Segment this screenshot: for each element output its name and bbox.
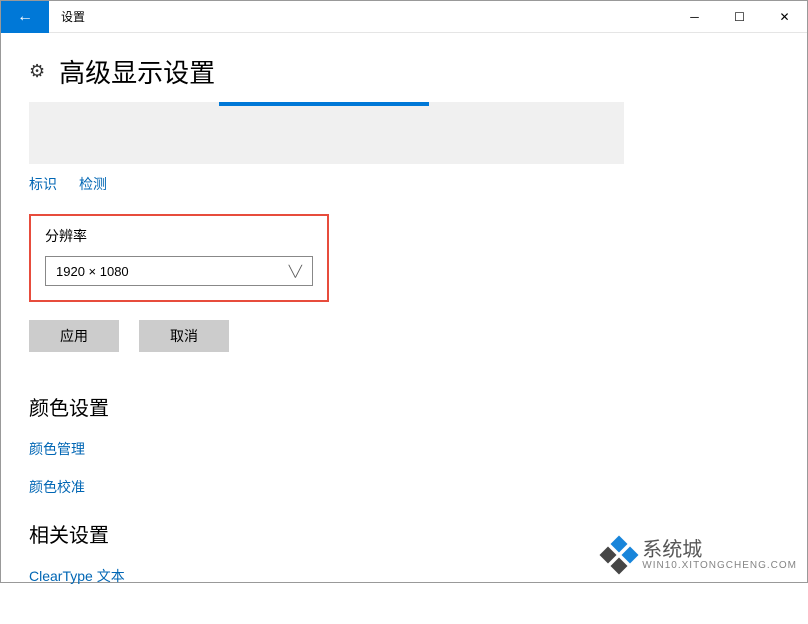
resolution-dropdown[interactable]: 1920 × 1080 ╲╱	[45, 256, 313, 286]
chevron-down-icon: ╲╱	[289, 265, 302, 278]
detect-link[interactable]: 检测	[79, 174, 107, 194]
cancel-button[interactable]: 取消	[139, 320, 229, 352]
resolution-value: 1920 × 1080	[56, 264, 129, 279]
minimize-button[interactable]: ─	[672, 1, 717, 33]
color-calibration-link[interactable]: 颜色校准	[29, 477, 779, 497]
arrow-left-icon: ←	[17, 8, 33, 26]
monitor-indicator	[219, 102, 429, 106]
page-title: 高级显示设置	[59, 53, 215, 90]
watermark-url: WIN10.XITONGCHENG.COM	[642, 560, 797, 571]
window-title: 设置	[61, 8, 85, 25]
monitor-preview	[29, 102, 624, 164]
identify-link[interactable]: 标识	[29, 174, 57, 194]
resolution-highlight: 分辨率 1920 × 1080 ╲╱	[29, 214, 329, 302]
content-area: ⚙ 高级显示设置 标识 检测 分辨率 1920 × 1080 ╲╱ 应用 取消 …	[1, 33, 807, 624]
close-button[interactable]: ✕	[762, 1, 807, 33]
titlebar: ← 设置 ─ ☐ ✕	[1, 1, 807, 33]
window-controls: ─ ☐ ✕	[672, 1, 807, 33]
page-header: ⚙ 高级显示设置	[29, 53, 779, 90]
watermark-logo-icon	[602, 538, 636, 572]
back-button[interactable]: ←	[1, 1, 49, 33]
maximize-button[interactable]: ☐	[717, 1, 762, 33]
apply-button[interactable]: 应用	[29, 320, 119, 352]
display-actions: 标识 检测	[29, 174, 779, 194]
watermark: 系统城 WIN10.XITONGCHENG.COM	[602, 538, 797, 572]
watermark-brand: 系统城	[642, 540, 797, 560]
gear-icon: ⚙	[29, 61, 45, 82]
color-section-title: 颜色设置	[29, 392, 779, 421]
resolution-label: 分辨率	[45, 226, 313, 246]
action-buttons: 应用 取消	[29, 320, 779, 352]
watermark-text-block: 系统城 WIN10.XITONGCHENG.COM	[642, 540, 797, 571]
color-management-link[interactable]: 颜色管理	[29, 439, 779, 459]
